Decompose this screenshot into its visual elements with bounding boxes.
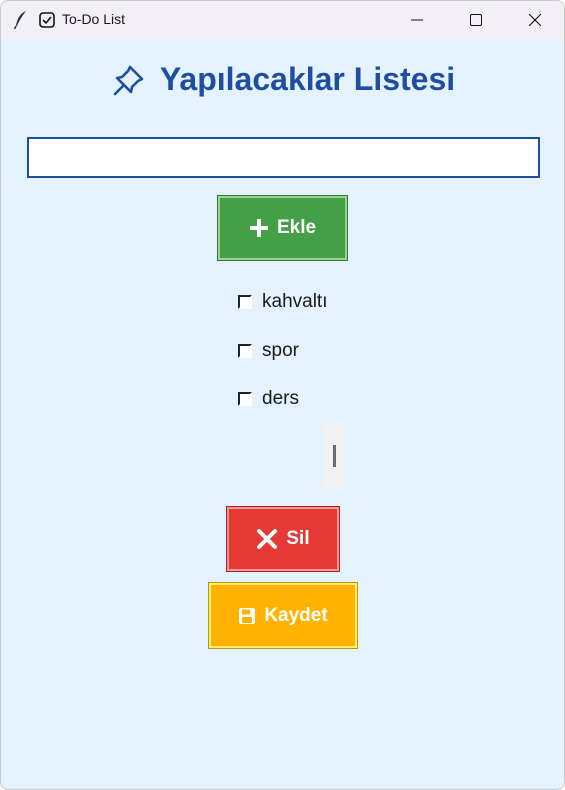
floppy-disk-icon [239,607,256,624]
minimize-icon [411,19,423,21]
maximize-icon [470,14,482,26]
delete-button-label: Sil [286,528,310,549]
page-title: Yapılacaklar Listesi [1,61,564,98]
minimize-button[interactable] [388,1,446,39]
app-window: To-Do List Yapılacaklar Listesi Ekle kah… [0,0,565,790]
task-input[interactable] [27,137,540,178]
task-label: spor [262,340,299,361]
delete-button[interactable]: Sil [226,506,340,572]
save-button-label: Kaydet [264,604,328,626]
close-icon [529,14,541,26]
checkbox-icon [39,12,55,28]
x-icon [257,529,278,549]
add-button-label: Ekle [276,217,317,238]
add-button[interactable]: Ekle [217,195,348,261]
list-item[interactable]: spor [238,340,299,362]
title-bar[interactable]: To-Do List [1,1,564,39]
window-title: To-Do List [62,11,126,27]
save-button[interactable]: Kaydet [208,582,358,649]
task-checkbox[interactable] [238,344,252,358]
feather-icon [13,11,26,30]
list-item[interactable]: ders [238,388,299,410]
task-label: ders [262,388,299,409]
task-label: kahvaltı [262,291,328,312]
plus-icon [249,219,268,237]
scrollbar-thumb[interactable] [333,445,336,467]
list-item[interactable]: kahvaltı [238,291,327,313]
heading-text: Yapılacaklar Listesi [159,61,456,97]
task-list-scrollbar[interactable] [323,425,345,489]
pushpin-icon [113,65,144,95]
task-checkbox[interactable] [238,295,252,309]
maximize-button[interactable] [447,1,505,39]
close-button[interactable] [506,1,564,39]
task-checkbox[interactable] [238,392,252,406]
